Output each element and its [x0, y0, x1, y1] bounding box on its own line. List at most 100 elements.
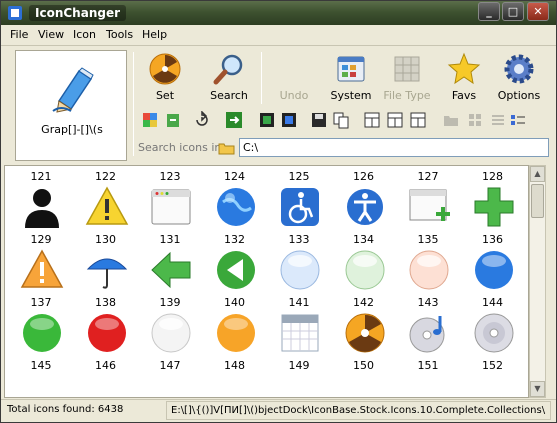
warning-orange-icon	[20, 249, 64, 288]
favs-button[interactable]: Favs	[441, 52, 487, 102]
layout-3-icon[interactable]	[409, 111, 427, 129]
maximize-button[interactable]: □	[502, 2, 524, 21]
title-bar[interactable]: IconChanger _ □ ✕	[1, 1, 556, 25]
menu-file[interactable]: File	[10, 28, 28, 41]
icon-number: 141	[288, 296, 310, 309]
icon-cell[interactable]: 136	[465, 233, 521, 293]
options-label: Options	[497, 89, 541, 102]
icon-cell[interactable]: 148	[207, 359, 263, 397]
icon-cell[interactable]: 135	[400, 233, 456, 293]
save-icon[interactable]	[310, 111, 328, 129]
toolbar-area: Grap[]-[]\(s Set Search Undo System File…	[1, 45, 556, 163]
chip-blue-icon[interactable]	[280, 111, 298, 129]
icon-cell[interactable]: 149	[271, 359, 327, 397]
system-label: System	[330, 89, 372, 102]
options-button[interactable]: Options	[495, 52, 543, 102]
list-gray-icon[interactable]	[489, 111, 507, 129]
menu-view[interactable]: View	[38, 28, 64, 41]
icon-cell[interactable]: 121	[13, 170, 69, 230]
small-toolbar	[137, 109, 551, 131]
undo-button[interactable]: Undo	[271, 52, 317, 102]
orb-white-icon	[151, 313, 191, 353]
icon-number: 139	[159, 296, 181, 309]
icon-cell[interactable]: 147	[142, 359, 198, 397]
minimize-button[interactable]: _	[478, 2, 500, 21]
path-input[interactable]	[239, 138, 549, 157]
icon-cell[interactable]: 122	[78, 170, 134, 230]
layout-2-icon[interactable]	[386, 111, 404, 129]
folder-gray-icon[interactable]	[442, 111, 460, 129]
icon-cell[interactable]: 129	[13, 233, 69, 293]
scroll-thumb[interactable]	[531, 184, 544, 218]
icon-cell[interactable]: 130	[78, 233, 134, 293]
icon-number: 121	[30, 170, 52, 183]
icon-cell[interactable]: 137	[13, 296, 69, 356]
radiation-icon	[149, 53, 181, 85]
icon-cell[interactable]: 141	[271, 296, 327, 356]
icon-cell[interactable]: 143	[400, 296, 456, 356]
recycle-icon[interactable]	[164, 111, 182, 129]
icon-cell[interactable]: 124	[207, 170, 263, 230]
icon-cell[interactable]: 144	[465, 296, 521, 356]
icon-number: 146	[95, 359, 116, 372]
icon-cell[interactable]: 140	[207, 296, 263, 356]
system-button[interactable]: System	[328, 52, 374, 102]
icon-cell[interactable]: 126	[336, 170, 392, 230]
details-view-icon[interactable]	[509, 111, 527, 129]
refresh-icon[interactable]	[193, 111, 211, 129]
orb-orange-icon	[216, 314, 255, 352]
icon-cell[interactable]: 138	[78, 296, 134, 356]
pencil-paint-icon	[52, 67, 94, 113]
icon-cell[interactable]: 152	[465, 359, 521, 397]
icon-cell[interactable]: 146	[78, 359, 134, 397]
grid-gray-icon[interactable]	[466, 111, 484, 129]
icon-cell[interactable]: 131	[142, 233, 198, 293]
copy-icon[interactable]	[332, 111, 350, 129]
icon-cell[interactable]: 125	[271, 170, 327, 230]
icon-cell[interactable]: 134	[336, 233, 392, 293]
vertical-scrollbar[interactable]: ▲ ▼	[529, 165, 546, 398]
icon-number: 143	[417, 296, 439, 309]
icon-cell[interactable]: 142	[336, 296, 392, 356]
music-cd-icon	[409, 316, 445, 353]
scroll-up-button[interactable]: ▲	[530, 166, 545, 182]
icon-cell[interactable]: 151	[400, 359, 456, 397]
search-row: Search icons in	[137, 137, 551, 159]
status-bar: Total icons found: 6438 E:\[]\{()]V[ПИ[]…	[1, 399, 556, 422]
chip-icon[interactable]	[258, 111, 276, 129]
cd-disc-icon	[474, 313, 513, 353]
icon-cell[interactable]: 150	[336, 359, 392, 397]
icon-number: 128	[482, 170, 503, 183]
color-palette-icon[interactable]	[141, 111, 159, 129]
search-button[interactable]: Search	[202, 52, 256, 102]
radiation-icon	[345, 313, 384, 353]
warning-triangle-icon	[85, 186, 128, 225]
icon-cell[interactable]: 133	[271, 233, 327, 293]
close-button[interactable]: ✕	[527, 2, 549, 21]
menu-bar: File View Icon Tools Help	[1, 25, 556, 45]
menu-icon[interactable]: Icon	[73, 28, 96, 41]
folder-icon[interactable]	[218, 139, 236, 157]
menu-help[interactable]: Help	[142, 28, 167, 41]
app-icon	[8, 6, 22, 20]
orb-light-blue-icon	[280, 250, 320, 290]
layout-1-icon[interactable]	[363, 111, 381, 129]
icon-cell[interactable]: 127	[400, 170, 456, 230]
menu-tools[interactable]: Tools	[106, 28, 133, 41]
preview-label: Grap[]-[]\(s	[41, 123, 103, 136]
icon-number: 152	[482, 359, 503, 372]
star-icon	[447, 52, 481, 85]
icon-cell[interactable]: 145	[13, 359, 69, 397]
scroll-down-button[interactable]: ▼	[530, 381, 545, 397]
filetype-button[interactable]: File Type	[382, 52, 432, 102]
icon-cell[interactable]: 139	[142, 296, 198, 356]
icon-cell[interactable]: 132	[207, 233, 263, 293]
green-arrow-icon[interactable]	[225, 111, 243, 129]
icon-cell[interactable]: 128	[465, 170, 521, 230]
icon-number: 147	[159, 359, 181, 372]
icon-number: 151	[417, 359, 439, 372]
icon-cell[interactable]: 123	[142, 170, 198, 230]
toolbar-separator	[261, 52, 262, 104]
icon-number: 137	[30, 296, 52, 309]
set-button[interactable]: Set	[142, 52, 188, 102]
